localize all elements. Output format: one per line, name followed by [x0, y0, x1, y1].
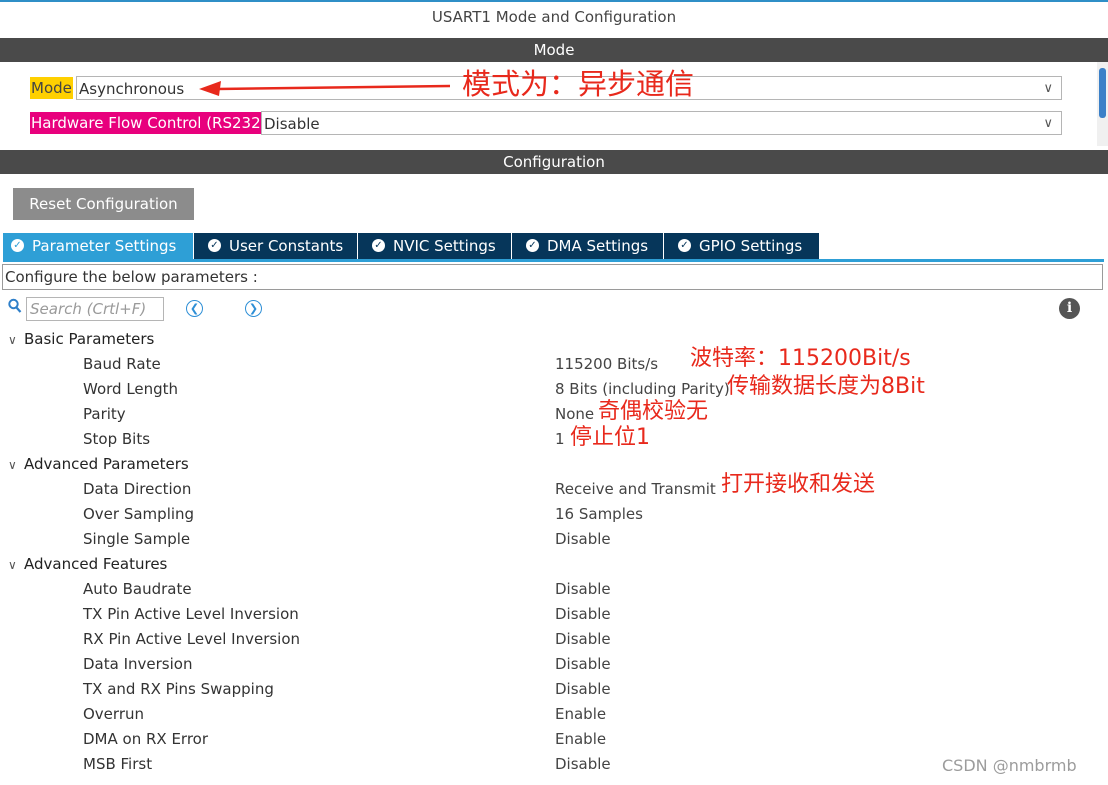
chevron-down-icon: ∨ [8, 558, 17, 572]
watermark: CSDN @nmbrmb [942, 756, 1077, 775]
check-circle-icon: ✓ [208, 239, 221, 252]
tab-label: User Constants [229, 237, 344, 255]
check-circle-icon: ✓ [11, 239, 24, 252]
annotation-data-direction: 打开接收和发送 [721, 472, 876, 497]
hardware-flow-control-select[interactable]: Disable ∨ [261, 111, 1062, 135]
configuration-section-header: Configuration [0, 150, 1108, 174]
annotation-arrow [199, 81, 451, 96]
param-tx-pin-inversion-value[interactable]: Disable [555, 602, 611, 627]
param-over-sampling-value[interactable]: 16 Samples [555, 502, 643, 527]
annotation-baud-rate: 波特率：115200Bit/s [690, 346, 911, 371]
param-msb-first-value[interactable]: Disable [555, 752, 611, 777]
chevron-down-icon: ∨ [1043, 116, 1053, 131]
tab-underline [3, 259, 1104, 262]
tab-gpio-settings[interactable]: ✓ GPIO Settings [664, 233, 820, 260]
group-advanced-parameters[interactable]: ∨ Advanced Parameters [8, 452, 189, 477]
param-over-sampling: Over Sampling [83, 505, 195, 523]
info-icon[interactable]: i [1059, 298, 1080, 319]
group-label: Advanced Parameters [24, 455, 189, 473]
annotation-word-length: 传输数据长度为8Bit [727, 374, 925, 399]
param-stop-bits: Stop Bits [83, 430, 151, 448]
chevron-down-icon: ∨ [8, 458, 17, 472]
param-data-inversion: Data Inversion [83, 655, 193, 673]
annotation-stop-bits: 停止位1 [570, 425, 650, 450]
param-single-sample-value[interactable]: Disable [555, 527, 611, 552]
hardware-flow-control-label: Hardware Flow Control (RS232) [30, 112, 268, 134]
chevron-down-icon: ∨ [1043, 81, 1053, 96]
chevron-down-icon: ∨ [8, 333, 17, 347]
previous-result-icon[interactable]: ❮ [186, 300, 203, 317]
annotation-mode: 模式为：异步通信 [462, 67, 695, 101]
param-auto-baudrate-value[interactable]: Disable [555, 577, 611, 602]
param-msb-first: MSB First [83, 755, 153, 773]
param-stop-bits-value[interactable]: 1 [555, 427, 565, 452]
check-circle-icon: ✓ [372, 239, 385, 252]
param-baud-rate: Baud Rate [83, 355, 161, 373]
window-title: USART1 Mode and Configuration [431, 8, 677, 26]
annotation-parity: 奇偶校验无 [598, 399, 709, 424]
hardware-flow-control-value: Disable [264, 115, 320, 133]
check-circle-icon: ✓ [678, 239, 691, 252]
param-word-length: Word Length [83, 380, 179, 398]
param-dma-on-rx-error: DMA on RX Error [83, 730, 209, 748]
param-rx-pin-inversion-value[interactable]: Disable [555, 627, 611, 652]
param-parity: Parity [83, 405, 126, 423]
param-data-direction: Data Direction [83, 480, 192, 498]
search-input[interactable] [26, 297, 164, 321]
tab-dma-settings[interactable]: ✓ DMA Settings [512, 233, 664, 260]
param-data-direction-value[interactable]: Receive and Transmit [555, 477, 716, 502]
search-icon [8, 298, 24, 318]
param-dma-on-rx-error-value[interactable]: Enable [555, 727, 606, 752]
tab-label: NVIC Settings [393, 237, 496, 255]
param-tx-pin-inversion: TX Pin Active Level Inversion [83, 605, 299, 623]
reset-configuration-button[interactable]: Reset Configuration [13, 188, 194, 220]
group-basic-parameters[interactable]: ∨ Basic Parameters [8, 327, 154, 352]
param-overrun: Overrun [83, 705, 144, 723]
param-auto-baudrate: Auto Baudrate [83, 580, 192, 598]
param-pins-swapping: TX and RX Pins Swapping [83, 680, 274, 698]
mode-panel-scrollbar-thumb[interactable] [1099, 68, 1106, 118]
param-baud-rate-value[interactable]: 115200 Bits/s [555, 352, 658, 377]
param-rx-pin-inversion: RX Pin Active Level Inversion [83, 630, 301, 648]
group-advanced-features[interactable]: ∨ Advanced Features [8, 552, 167, 577]
param-single-sample: Single Sample [83, 530, 191, 548]
param-data-inversion-value[interactable]: Disable [555, 652, 611, 677]
window-top-border [0, 0, 1108, 2]
tab-parameter-settings[interactable]: ✓ Parameter Settings [3, 233, 194, 260]
tab-label: DMA Settings [547, 237, 649, 255]
mode-label: Mode [30, 77, 73, 99]
tab-label: Parameter Settings [32, 237, 177, 255]
param-pins-swapping-value[interactable]: Disable [555, 677, 611, 702]
group-label: Basic Parameters [24, 330, 155, 348]
tab-label: GPIO Settings [699, 237, 803, 255]
parameters-description: Configure the below parameters : [2, 264, 1103, 290]
check-circle-icon: ✓ [526, 239, 539, 252]
mode-section-header: Mode [0, 38, 1108, 62]
group-label: Advanced Features [24, 555, 168, 573]
tab-nvic-settings[interactable]: ✓ NVIC Settings [358, 233, 512, 260]
param-overrun-value[interactable]: Enable [555, 702, 606, 727]
next-result-icon[interactable]: ❯ [245, 300, 262, 317]
tab-user-constants[interactable]: ✓ User Constants [194, 233, 358, 260]
mode-select-value: Asynchronous [79, 80, 185, 98]
